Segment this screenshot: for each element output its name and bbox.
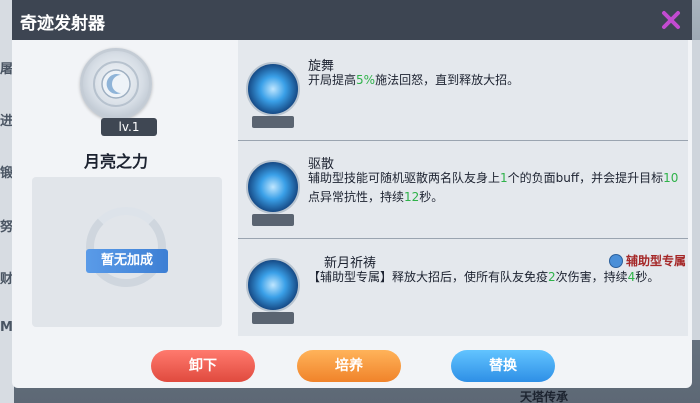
dispel-icon (246, 160, 300, 214)
item-name: 月亮之力 (83, 152, 148, 171)
unequip-button[interactable]: 卸下 (151, 350, 255, 382)
skill-divider (238, 140, 688, 141)
skill-description: 开局提高5%施法回怒，直到释放大招。 (308, 73, 520, 87)
bonus-panel: 暂无加成 (32, 177, 222, 327)
close-icon (662, 11, 680, 29)
skill-description: 【辅助型专属】释放大招后，使所有队友免疫2次伤害，持续4秒。 (308, 270, 660, 284)
skill-list: 旋舞 开局提高5%施法回怒，直到释放大招。 驱散 辅助型技能可随机驱散两名队友身… (238, 40, 688, 336)
replace-button[interactable]: 替换 (451, 350, 555, 382)
crescent-prayer-icon (246, 258, 300, 312)
train-button[interactable]: 培养 (297, 350, 401, 382)
dialog-titlebar: 奇迹发射器 (12, 0, 692, 40)
support-type-label: 辅助型专属 (625, 254, 686, 268)
background-bottom-text: 天塔传承 (520, 390, 569, 403)
dialog-title: 奇迹发射器 (20, 14, 105, 34)
close-button[interactable] (658, 7, 684, 33)
skill-icon-base (252, 214, 294, 226)
bonus-label: 暂无加成 (86, 249, 168, 273)
moon-emblem-icon (80, 48, 152, 120)
support-type-tag: 辅助型专属 (608, 252, 686, 269)
skill-icon-base (252, 116, 294, 128)
support-type-icon (608, 253, 623, 268)
skill-divider (238, 238, 688, 239)
whirl-dance-icon (246, 62, 300, 116)
skill-description: 辅助型技能可随机驱散两名队友身上1个的负面buff，并会提升目标10点异常抗性，… (308, 171, 679, 204)
level-badge: lv.1 (101, 118, 157, 136)
launcher-dialog: 奇迹发射器 lv.1 月亮之力 暂无加成 旋舞 开局提高5%施法回怒，直到释放大… (12, 0, 692, 388)
skill-icon-base (252, 312, 294, 324)
bg-char: M (0, 320, 13, 335)
bonus-ring-icon (86, 207, 166, 287)
